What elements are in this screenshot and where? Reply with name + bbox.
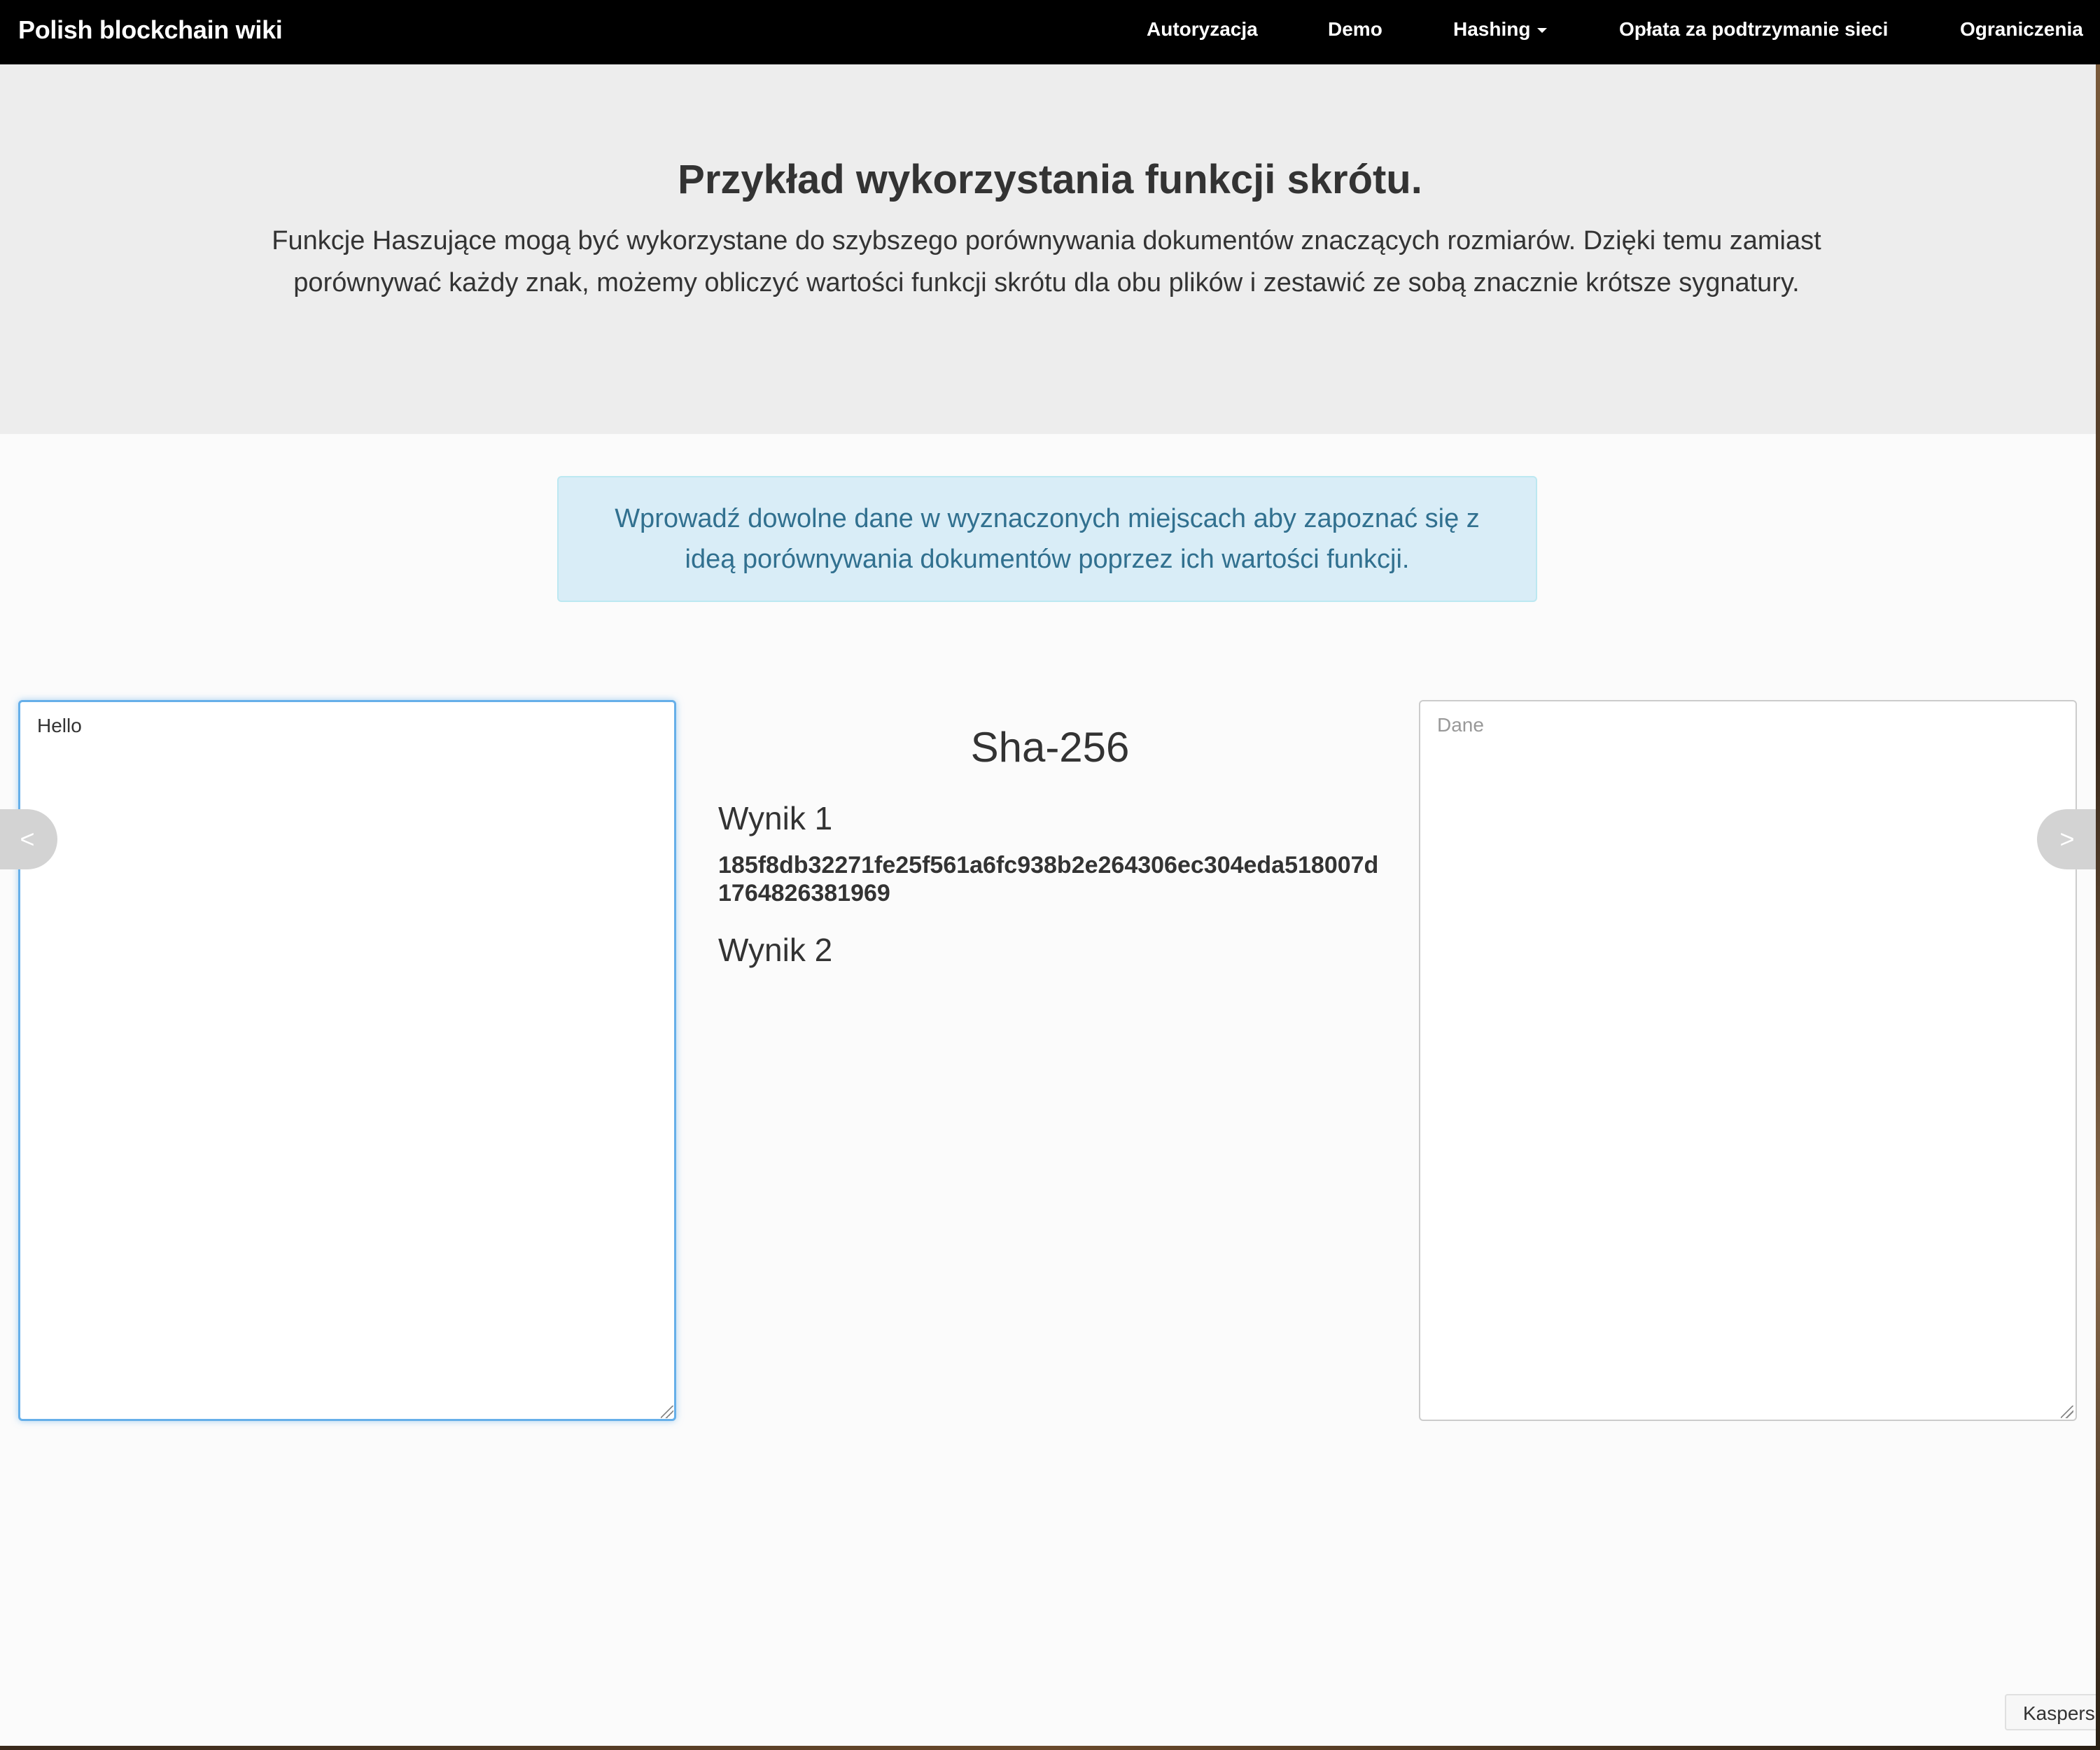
info-alert: Wprowadź dowolne dane w wyznaczonych mie… <box>557 476 1537 602</box>
nav-item-hashing-label: Hashing <box>1453 18 1531 40</box>
desktop-background-edge <box>2096 64 2100 1750</box>
page-title: Przykład wykorzystania funkcji skrótu. <box>678 157 1422 202</box>
input-textarea-1[interactable] <box>18 700 676 1421</box>
result-2-label: Wynik 2 <box>718 932 833 968</box>
page-lead: Funkcje Haszujące mogą być wykorzystane … <box>272 226 1821 298</box>
desktop-background-edge <box>0 1746 2100 1750</box>
kaspersky-extension-badge[interactable]: Kaspersky <box>2005 1694 2100 1730</box>
input-textarea-2[interactable] <box>1419 700 2077 1421</box>
result-1-value: 185f8db32271fe25f561a6fc938b2e264306ec30… <box>718 852 1379 906</box>
nav-item-demo[interactable]: Demo <box>1328 0 1382 59</box>
nav-item-autoryzacja[interactable]: Autoryzacja <box>1147 0 1258 59</box>
chevron-right-icon: > <box>2059 825 2075 853</box>
result-1-label: Wynik 1 <box>718 800 833 836</box>
algorithm-title: Sha-256 <box>970 724 1130 771</box>
nav-item-hashing[interactable]: Hashing <box>1453 0 1548 59</box>
nav-item-ograniczenia[interactable]: Ograniczenia <box>1960 0 2083 59</box>
caret-down-icon <box>1537 28 1548 34</box>
carousel-prev-button[interactable]: < <box>0 809 57 869</box>
carousel-next-button[interactable]: > <box>2037 809 2097 869</box>
brand-link[interactable]: Polish blockchain wiki <box>18 0 283 60</box>
chevron-left-icon: < <box>20 825 35 853</box>
jumbotron: Przykład wykorzystania funkcji skrótu. F… <box>0 64 2100 434</box>
top-navbar: Polish blockchain wiki Autoryzacja Demo … <box>0 0 2100 64</box>
nav-item-oplata[interactable]: Opłata za podtrzymanie sieci <box>1619 0 1888 59</box>
